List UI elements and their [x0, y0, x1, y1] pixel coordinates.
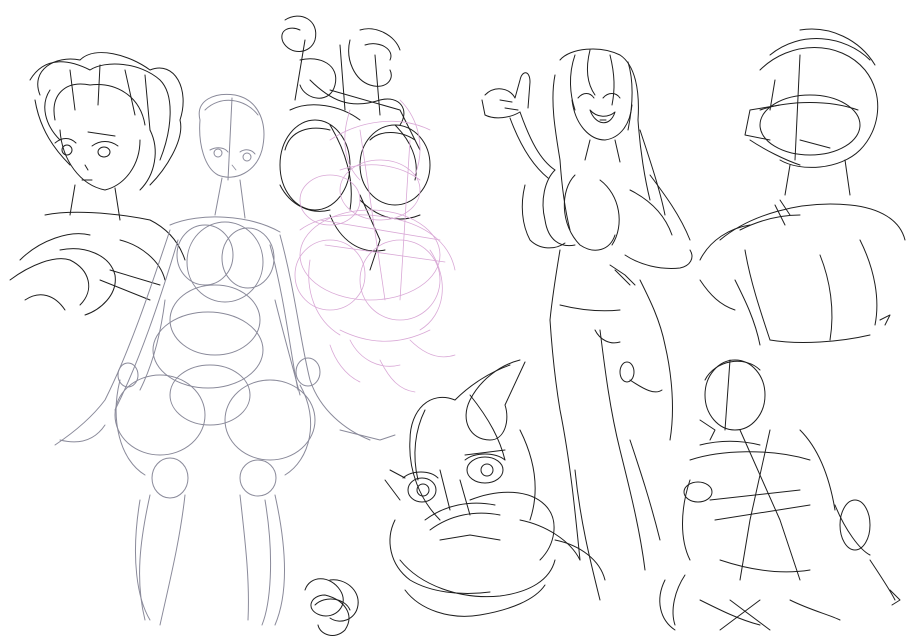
tangled-scribble-figure — [279, 15, 431, 271]
girl-pointing-long-hair — [481, 48, 693, 601]
pink-construction-figure — [294, 99, 456, 393]
girl-head-bob-hair — [9, 52, 186, 316]
scribble-knot — [304, 578, 359, 636]
sketch-canvas — [0, 0, 910, 640]
sketch-drawing — [9, 15, 906, 636]
bust-head-construction — [699, 28, 906, 346]
small-crouching-figure — [659, 359, 901, 631]
mannequin-figure-construction — [54, 93, 396, 626]
